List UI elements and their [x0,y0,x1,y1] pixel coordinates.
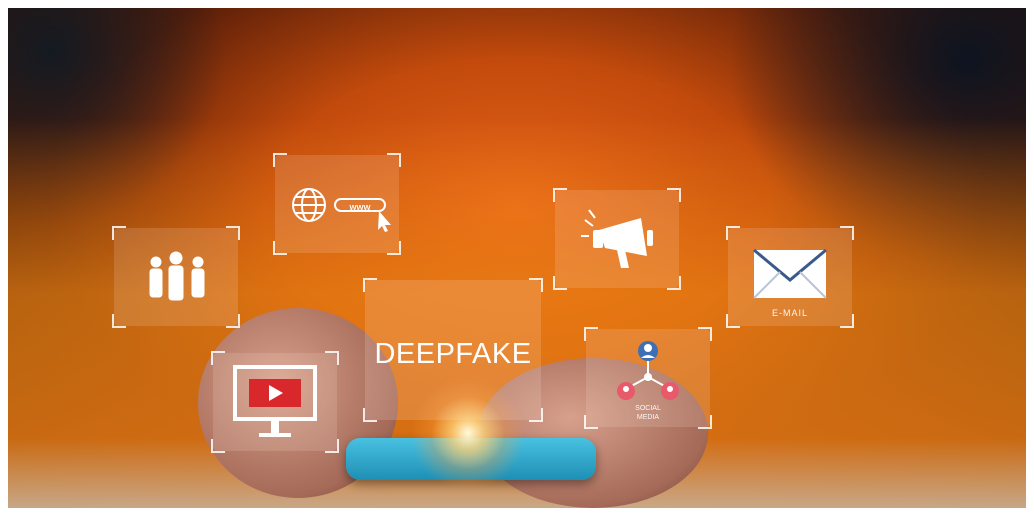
email-label: E-MAIL [771,308,808,318]
network-icon [617,341,679,400]
video-monitor-icon [233,365,317,437]
www-panel: www [273,153,401,255]
megaphone-panel [553,188,681,290]
social-label-line1: SOCIAL [635,405,661,412]
social-panel: SOCIAL MEDIA [584,327,712,429]
deepfake-label: DEEPFAKE [374,338,532,370]
video-panel [211,351,339,453]
photo: www E-MAIL DEEPFAKE SOCIAL MEDIA [8,8,1026,508]
social-label-line2: MEDIA [636,414,660,421]
people-panel [112,226,240,328]
people-icon [149,251,205,301]
email-panel: E-MAIL [726,226,854,328]
www-label: www [349,202,371,212]
megaphone-icon [581,209,653,268]
deepfake-panel: DEEPFAKE [363,278,543,422]
